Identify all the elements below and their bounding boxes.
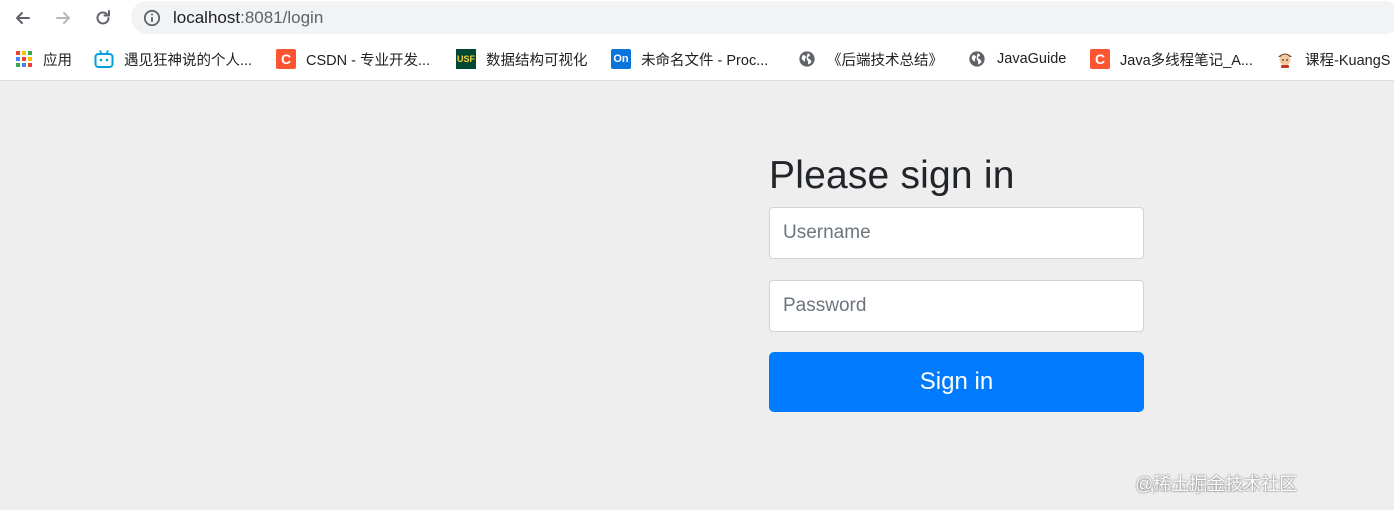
page-title: Please sign in	[769, 154, 1015, 197]
bookmark-label: 《后端技术总结》	[827, 52, 943, 69]
back-arrow-icon	[16, 12, 30, 24]
bookmark-processon[interactable]: On 未命名文件 - Proc...	[611, 48, 768, 70]
reload-button[interactable]	[89, 4, 117, 32]
bookmark-usf[interactable]: USF 数据结构可视化	[456, 48, 588, 70]
processon-icon: On	[611, 49, 631, 69]
csdn-icon: C	[1090, 49, 1110, 69]
forward-button[interactable]	[49, 4, 77, 32]
forward-arrow-icon	[56, 12, 70, 24]
url-text[interactable]: localhost:8081/login	[173, 8, 323, 28]
login-page: Please sign in Sign in https://blog.csdn…	[0, 82, 1394, 510]
bookmark-java-threads[interactable]: C Java多线程笔记_A...	[1090, 48, 1253, 70]
bookmark-kuangshen[interactable]: 遇见狂神说的个人...	[94, 48, 252, 70]
globe-icon	[967, 49, 987, 69]
bookmark-label: 数据结构可视化	[486, 52, 588, 69]
apps-grid-icon	[15, 50, 33, 68]
url-host: localhost	[173, 8, 241, 27]
browser-toolbar: localhost:8081/login	[0, 0, 1394, 36]
bookmark-backend-summary[interactable]: 《后端技术总结》	[797, 48, 943, 70]
bookmark-javaguide[interactable]: JavaGuide	[967, 48, 1066, 70]
reload-icon	[96, 10, 110, 25]
bookmark-label: Java多线程笔记_A...	[1120, 52, 1253, 69]
address-bar[interactable]: localhost:8081/login	[131, 1, 1394, 34]
url-path: :8081/login	[240, 8, 324, 27]
sign-in-button[interactable]: Sign in	[769, 352, 1144, 412]
bookmark-apps[interactable]: 应用	[15, 48, 72, 70]
bookmark-label: 应用	[43, 52, 72, 69]
globe-icon	[797, 49, 817, 69]
bookmarks-bar: 应用 遇见狂神说的个人... C CSDN - 专业开发... USF 数据结构…	[0, 36, 1394, 81]
watermark: @稀土掘金技术社区	[1135, 474, 1298, 494]
username-input[interactable]	[769, 207, 1144, 259]
bookmark-kuangstudy[interactable]: 课程-KuangS	[1275, 48, 1390, 70]
password-input[interactable]	[769, 280, 1144, 332]
usf-icon: USF	[456, 49, 476, 69]
bookmark-label: JavaGuide	[997, 51, 1067, 67]
bookmark-label: 遇见狂神说的个人...	[124, 52, 253, 69]
bilibili-icon	[94, 49, 114, 69]
back-button[interactable]	[9, 4, 37, 32]
bookmark-label: 课程-KuangS	[1305, 52, 1391, 69]
info-icon[interactable]	[143, 9, 161, 27]
bookmark-csdn[interactable]: C CSDN - 专业开发...	[276, 48, 430, 70]
csdn-icon: C	[276, 49, 296, 69]
bookmark-label: CSDN - 专业开发...	[306, 52, 431, 69]
bookmark-label: 未命名文件 - Proc...	[641, 52, 769, 69]
avatar-icon	[1275, 49, 1295, 69]
